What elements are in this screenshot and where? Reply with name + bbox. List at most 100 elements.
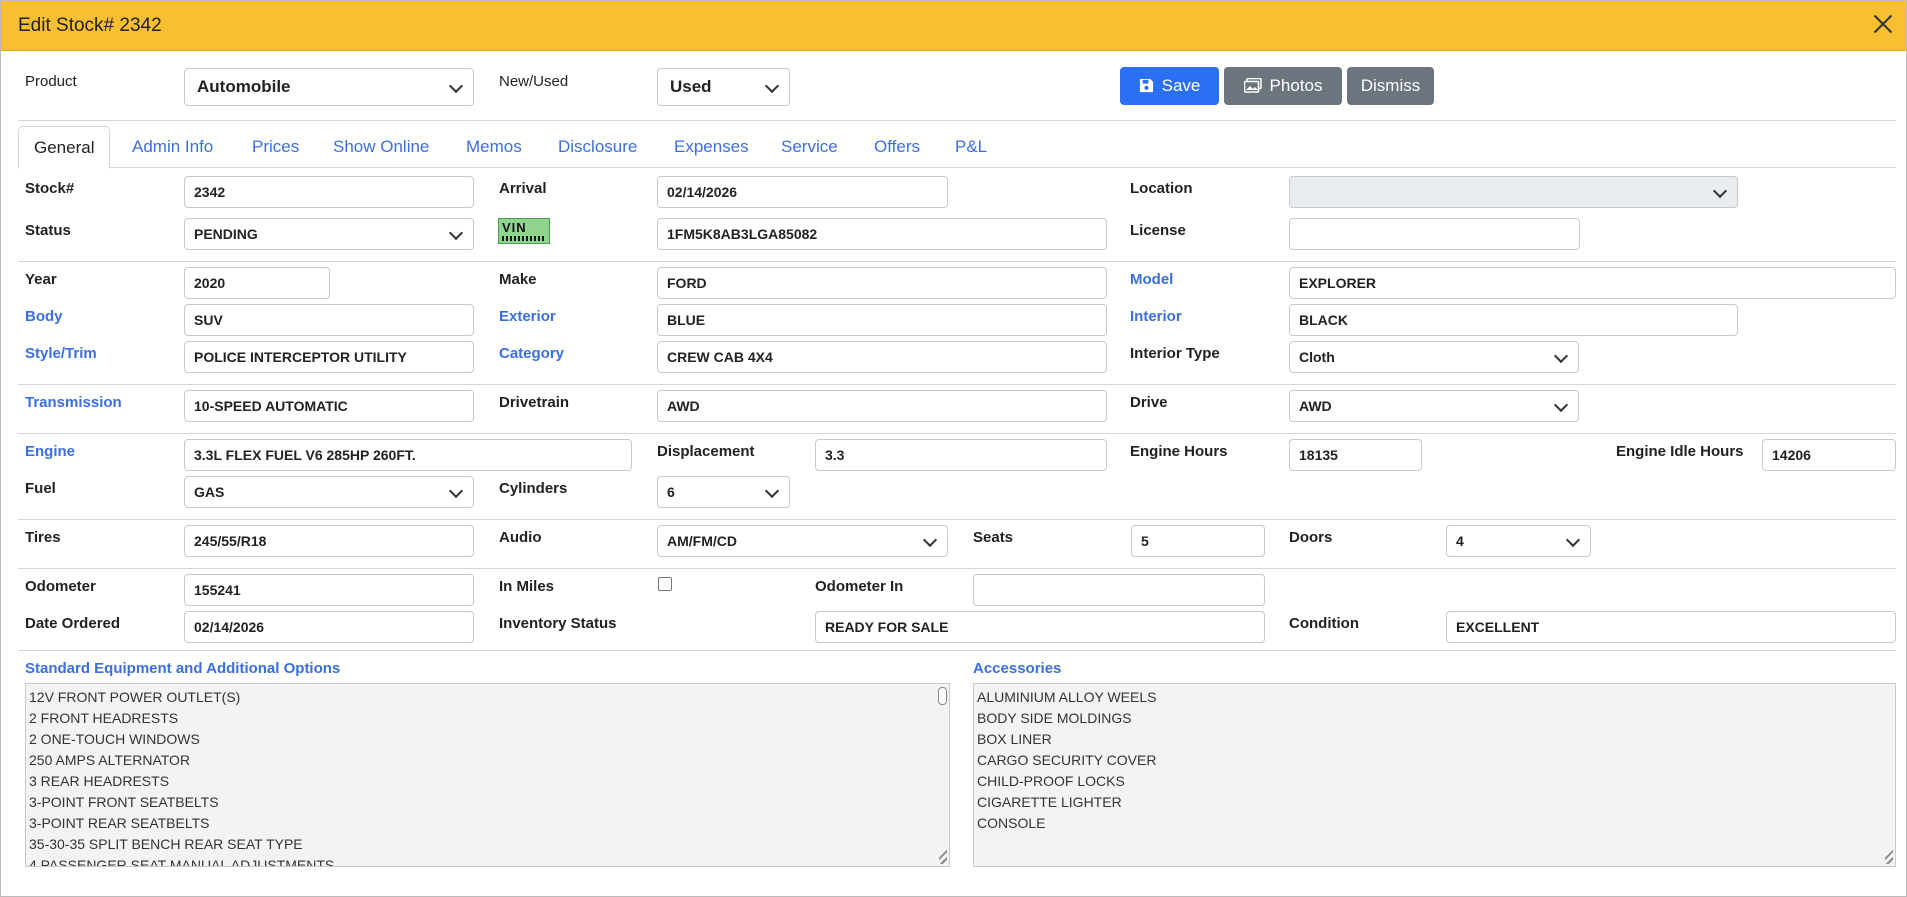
tab-service[interactable]: Service xyxy=(781,126,838,167)
license-label: License xyxy=(1130,222,1186,239)
vin-barcode-icon[interactable]: VIN xyxy=(498,218,550,244)
divider xyxy=(18,384,1896,385)
equipment-scrollbar[interactable] xyxy=(935,685,948,706)
save-icon xyxy=(1139,78,1153,92)
close-icon[interactable] xyxy=(1870,11,1896,37)
save-button[interactable]: Save xyxy=(1120,67,1219,105)
modal-titlebar: Edit Stock# 2342 xyxy=(1,1,1906,51)
engine-hours-label: Engine Hours xyxy=(1130,443,1228,460)
cylinders-select[interactable]: 6 xyxy=(657,476,790,508)
chevron-down-icon xyxy=(1553,397,1569,413)
interior-type-label: Interior Type xyxy=(1130,345,1220,362)
drive-value: AWD xyxy=(1299,398,1332,414)
vin-input[interactable]: 1FM5K8AB3LGA85082 xyxy=(657,218,1107,250)
category-input[interactable]: CREW CAB 4X4 xyxy=(657,341,1107,373)
exterior-input[interactable]: BLUE xyxy=(657,304,1107,336)
divider xyxy=(18,433,1896,434)
tab-disclosure[interactable]: Disclosure xyxy=(558,126,637,167)
transmission-input[interactable]: 10-SPEED AUTOMATIC xyxy=(184,390,474,422)
list-item: 2 ONE-TOUCH WINDOWS xyxy=(29,731,200,747)
doors-label: Doors xyxy=(1289,529,1333,546)
interior-type-select[interactable]: Cloth xyxy=(1289,341,1579,373)
audio-value: AM/FM/CD xyxy=(667,533,737,549)
doors-select[interactable]: 4 xyxy=(1446,525,1591,557)
engine-idle-hours-label: Engine Idle Hours xyxy=(1616,443,1744,460)
style-trim-input[interactable]: POLICE INTERCEPTOR UTILITY xyxy=(184,341,474,373)
tires-label: Tires xyxy=(25,529,61,546)
engine-input[interactable]: 3.3L FLEX FUEL V6 285HP 260FT. xyxy=(184,439,632,471)
interior-input[interactable]: BLACK xyxy=(1289,304,1738,336)
arrival-input[interactable]: 02/14/2026 xyxy=(657,176,948,208)
tab-offers[interactable]: Offers xyxy=(874,126,920,167)
location-select[interactable] xyxy=(1289,176,1738,208)
newused-select-value: Used xyxy=(670,77,712,96)
product-label: Product xyxy=(25,73,77,90)
model-label-link[interactable]: Model xyxy=(1130,271,1173,288)
engine-idle-hours-input[interactable]: 14206 xyxy=(1762,439,1896,471)
chevron-down-icon xyxy=(1712,183,1728,199)
product-select[interactable]: Automobile xyxy=(184,68,474,106)
make-input[interactable]: FORD xyxy=(657,267,1107,299)
resize-handle-icon[interactable] xyxy=(939,843,947,864)
category-label-link[interactable]: Category xyxy=(499,345,564,362)
location-label: Location xyxy=(1130,180,1193,197)
seats-input[interactable]: 5 xyxy=(1131,525,1265,557)
in-miles-checkbox[interactable] xyxy=(658,577,672,591)
tab-pl[interactable]: P&L xyxy=(955,126,987,167)
tab-expenses[interactable]: Expenses xyxy=(674,126,749,167)
displacement-input[interactable]: 3.3 xyxy=(815,439,1107,471)
list-item: ALUMINIUM ALLOY WEELS xyxy=(977,689,1157,705)
dismiss-button[interactable]: Dismiss xyxy=(1347,67,1434,105)
condition-label: Condition xyxy=(1289,615,1359,632)
fuel-select[interactable]: GAS xyxy=(184,476,474,508)
date-ordered-input[interactable]: 02/14/2026 xyxy=(184,611,474,643)
displacement-label: Displacement xyxy=(657,443,755,460)
equipment-textarea[interactable]: 12V FRONT POWER OUTLET(S) 2 FRONT HEADRE… xyxy=(25,683,950,867)
tab-prices[interactable]: Prices xyxy=(252,126,299,167)
body-input[interactable]: SUV xyxy=(184,304,474,336)
odometer-input[interactable]: 155241 xyxy=(184,574,474,606)
chevron-down-icon xyxy=(764,78,780,94)
tab-memos[interactable]: Memos xyxy=(466,126,522,167)
divider xyxy=(18,650,1896,651)
list-item: CARGO SECURITY COVER xyxy=(977,752,1157,768)
make-label: Make xyxy=(499,271,537,288)
style-trim-label-link[interactable]: Style/Trim xyxy=(25,345,97,362)
inventory-status-label: Inventory Status xyxy=(499,615,617,632)
odometer-label: Odometer xyxy=(25,578,96,595)
body-label-link[interactable]: Body xyxy=(25,308,63,325)
status-select[interactable]: PENDING xyxy=(184,218,474,250)
chevron-down-icon xyxy=(922,532,938,548)
product-select-value: Automobile xyxy=(197,77,291,96)
exterior-label-link[interactable]: Exterior xyxy=(499,308,556,325)
year-label: Year xyxy=(25,271,57,288)
scrollbar-thumb[interactable] xyxy=(938,687,947,705)
list-item: 3 REAR HEADRESTS xyxy=(29,773,170,789)
tab-admin-info[interactable]: Admin Info xyxy=(132,126,213,167)
accessories-textarea[interactable]: ALUMINIUM ALLOY WEELS BODY SIDE MOLDINGS… xyxy=(973,683,1896,867)
status-select-value: PENDING xyxy=(194,226,258,242)
accessories-label: Accessories xyxy=(973,660,1062,677)
photos-button[interactable]: Photos xyxy=(1224,67,1342,105)
condition-input[interactable]: EXCELLENT xyxy=(1446,611,1896,643)
tires-input[interactable]: 245/55/R18 xyxy=(184,525,474,557)
tab-general[interactable]: General xyxy=(18,126,111,169)
engine-hours-input[interactable]: 18135 xyxy=(1289,439,1422,471)
year-input[interactable]: 2020 xyxy=(184,267,330,299)
stock-input[interactable]: 2342 xyxy=(184,176,474,208)
resize-handle-icon[interactable] xyxy=(1885,843,1893,864)
license-input[interactable] xyxy=(1289,218,1580,250)
engine-label-link[interactable]: Engine xyxy=(25,443,75,460)
drivetrain-input[interactable]: AWD xyxy=(657,390,1107,422)
transmission-label-link[interactable]: Transmission xyxy=(25,394,122,411)
seats-label: Seats xyxy=(973,529,1014,546)
audio-select[interactable]: AM/FM/CD xyxy=(657,525,948,557)
interior-label-link[interactable]: Interior xyxy=(1130,308,1182,325)
tab-show-online[interactable]: Show Online xyxy=(333,126,429,167)
drive-select[interactable]: AWD xyxy=(1289,390,1579,422)
odometer-in-input[interactable] xyxy=(973,574,1265,606)
newused-select[interactable]: Used xyxy=(657,68,790,106)
model-input[interactable]: EXPLORER xyxy=(1289,267,1896,299)
list-item: 3-POINT REAR SEATBELTS xyxy=(29,815,210,831)
inventory-status-input[interactable]: READY FOR SALE xyxy=(815,611,1265,643)
